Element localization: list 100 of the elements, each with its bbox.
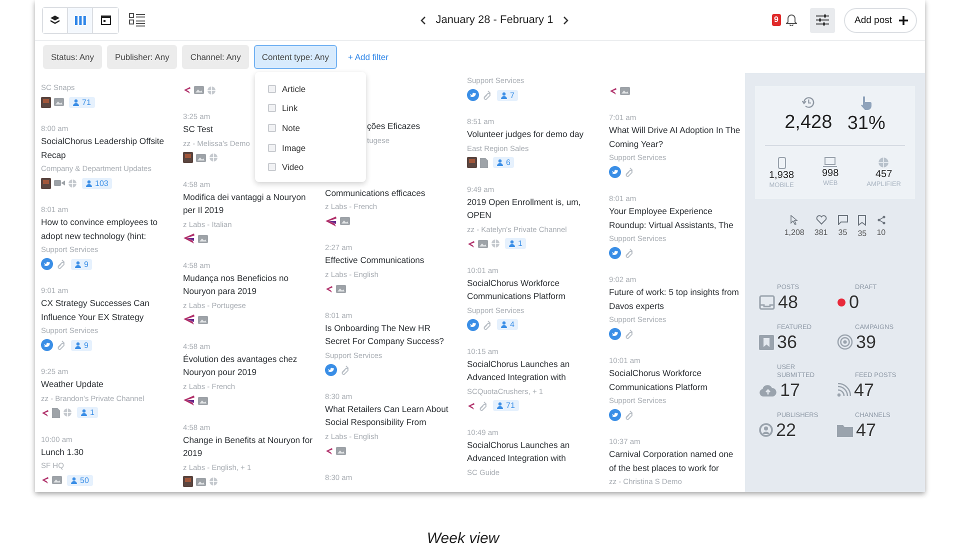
post-title[interactable]: SocialChorus Workforce Communications Platform xyxy=(467,276,599,304)
post-title[interactable]: What Retailers Can Learn About Social Responsibility From xyxy=(325,402,457,430)
image-icon xyxy=(194,86,204,94)
checkbox[interactable] xyxy=(268,163,276,172)
post-title[interactable]: Future of work: 5 top insights from Davos experts xyxy=(609,286,741,313)
post-title[interactable]: SC Test xyxy=(183,123,213,136)
post-title[interactable]: CX Strategy Successes Can Influence Your EX Strategy xyxy=(41,297,173,324)
post-title[interactable]: Is Onboarding The New HR Secret For Company Success? xyxy=(325,322,457,348)
swoosh-icon xyxy=(467,402,475,410)
post-title[interactable]: Mudança nos Beneficios no Nouryon para 2019 xyxy=(183,272,315,298)
post-title[interactable]: Lunch 1.30 xyxy=(41,446,84,459)
stat-value: 35 xyxy=(858,229,867,238)
globe-icon xyxy=(209,153,218,162)
post-title[interactable]: 2019 Open Enrollment is, um, OPEN xyxy=(467,196,599,222)
stat-value: 47 xyxy=(854,380,874,400)
inbox-icon xyxy=(759,294,775,310)
post-title[interactable]: SocialChorus Launches an Advanced Integration with xyxy=(467,358,599,384)
sliders-icon xyxy=(816,14,828,26)
bird-icon xyxy=(467,89,479,101)
post-title[interactable]: How to convince employees to adopt new technology (hint: xyxy=(41,216,173,243)
stat-value: 22 xyxy=(776,420,796,440)
post-title[interactable]: Évolution des avantages chez Nouryon pour 2019 xyxy=(183,352,315,380)
filter-chip[interactable]: Publisher: Any xyxy=(107,45,178,69)
bookmark-square-icon xyxy=(759,334,774,350)
checkbox[interactable] xyxy=(268,144,276,152)
image-icon xyxy=(620,87,630,95)
person-icon xyxy=(497,402,503,409)
bird-icon xyxy=(467,318,479,330)
add-post-button[interactable]: Add post xyxy=(844,8,917,32)
post-title[interactable]: Weather Update xyxy=(41,378,104,392)
option-label[interactable]: Note xyxy=(282,122,300,133)
status-dot xyxy=(837,298,846,306)
link-icon xyxy=(624,328,634,340)
cursor-icon xyxy=(790,215,798,225)
filter-chip[interactable]: Content type: Any xyxy=(254,45,338,69)
image-icon xyxy=(54,98,64,106)
option-label[interactable]: Article xyxy=(282,84,306,94)
audience-count: 71 xyxy=(506,401,515,410)
bell-icon[interactable] xyxy=(786,14,796,26)
heart-icon xyxy=(816,215,827,225)
link-icon xyxy=(624,409,634,421)
plus-icon xyxy=(899,16,908,24)
swoosh-icon xyxy=(183,86,191,94)
person-icon xyxy=(75,260,81,268)
post-title[interactable]: SocialChorus Workforce Communications Platform xyxy=(609,367,741,394)
filter-settings-button[interactable] xyxy=(810,8,834,32)
engagement-value: 31% xyxy=(847,113,886,135)
post-title[interactable]: What Will Drive AI Adoption In The Coming Year? xyxy=(609,124,741,151)
add-filter-link[interactable]: + Add filter xyxy=(348,52,388,62)
audience-count: 9 xyxy=(84,340,88,350)
stat-value: 381 xyxy=(814,228,828,237)
image-icon xyxy=(478,240,488,248)
image-icon xyxy=(198,316,208,324)
person-icon xyxy=(501,92,507,98)
view-button[interactable] xyxy=(43,8,68,32)
stat-value: 457 xyxy=(875,169,892,180)
post-title[interactable]: Modifica dei vantaggi a Nouryon per Il 2019 xyxy=(183,190,315,218)
image-icon xyxy=(340,217,350,225)
stat-value: 17 xyxy=(780,380,800,400)
list-view-icon[interactable] xyxy=(129,13,145,27)
next-icon[interactable] xyxy=(563,16,570,24)
video-camera-icon xyxy=(54,179,65,187)
post-title[interactable]: Effective Communications xyxy=(325,254,424,268)
image-icon xyxy=(198,396,208,404)
stat-value: 998 xyxy=(822,168,839,179)
image-icon xyxy=(52,476,62,484)
checkbox[interactable] xyxy=(268,124,276,132)
link-icon xyxy=(482,89,492,101)
globe-icon xyxy=(63,408,72,417)
post-title[interactable]: Change in Benefits at Nouryon for 2019 xyxy=(183,434,315,460)
stat-value: 0 xyxy=(849,292,860,312)
calendar-icon xyxy=(100,15,110,25)
option-label[interactable]: Link xyxy=(282,103,298,114)
checkbox[interactable] xyxy=(268,84,276,93)
document-icon xyxy=(52,408,60,418)
filter-chip[interactable]: Status: Any xyxy=(43,45,102,69)
swoosh-icon xyxy=(41,408,49,416)
option-label[interactable]: Image xyxy=(282,142,306,153)
image-icon xyxy=(336,284,346,292)
previous-icon[interactable] xyxy=(420,16,426,24)
post-title[interactable]: SocialChorus Leadership Offsite Recap xyxy=(41,135,173,162)
phone-icon xyxy=(778,157,786,169)
swoosh-icon xyxy=(325,284,333,292)
caption: Week view xyxy=(426,530,500,547)
post-title[interactable]: SocialChorus Launches an Advanced Integration with xyxy=(467,438,599,466)
image-icon xyxy=(196,154,206,162)
pointing-hand-icon xyxy=(860,96,872,110)
globe-icon xyxy=(207,86,216,94)
post-title[interactable]: Your Employee Experience Roundup: Virtual Assistants, The xyxy=(609,205,741,232)
post-title[interactable]: Volunteer judges for demo day xyxy=(467,128,584,142)
target-icon xyxy=(837,334,853,350)
swoosh-icon xyxy=(609,87,617,95)
image-icon xyxy=(198,234,208,242)
filter-chip[interactable]: Channel: Any xyxy=(182,45,249,69)
post-title[interactable]: Communications efficaces xyxy=(325,186,426,200)
checkbox[interactable] xyxy=(268,104,276,112)
person-icon xyxy=(509,240,515,247)
post-title[interactable]: ções Eficazes xyxy=(367,120,420,134)
option-label[interactable]: Video xyxy=(282,162,304,172)
post-title[interactable]: Carnival Corporation named one of the best places to work for xyxy=(609,448,741,475)
